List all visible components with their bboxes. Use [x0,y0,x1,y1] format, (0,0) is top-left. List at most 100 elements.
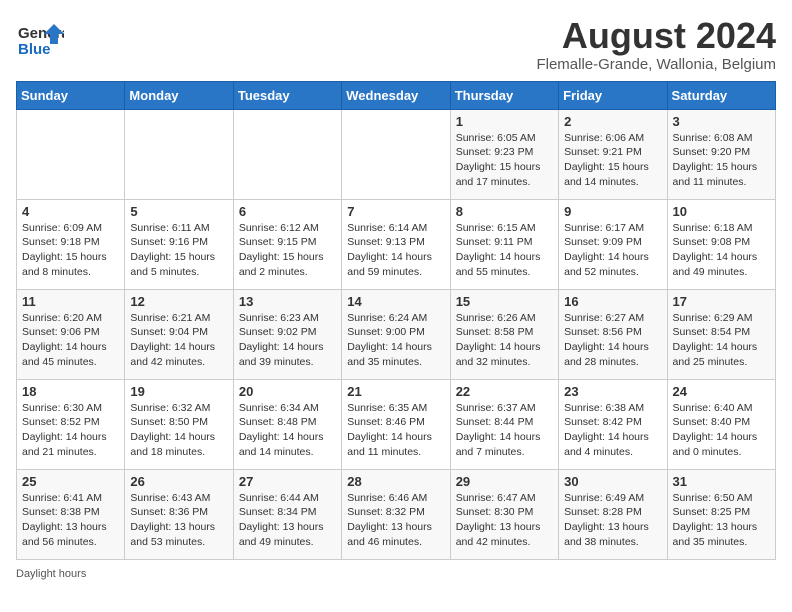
logo: General Blue [16,16,64,69]
day-number: 4 [22,204,119,219]
calendar-cell: 4 Sunrise: 6:09 AMSunset: 9:18 PMDaylight… [17,199,125,289]
day-number: 15 [456,294,553,309]
day-number: 7 [347,204,444,219]
day-number: 9 [564,204,661,219]
day-number: 11 [22,294,119,309]
calendar-cell: 31 Sunrise: 6:50 AMSunset: 8:25 PMDayligh… [667,469,775,559]
calendar-cell: 27 Sunrise: 6:44 AMSunset: 8:34 PMDayligh… [233,469,341,559]
calendar-cell: 13Sunrise: 6:23 AMSunset: 9:02 PMDayligh… [233,289,341,379]
calendar-cell: 3 Sunrise: 6:08 AMSunset: 9:20 PMDaylight… [667,109,775,199]
day-number: 6 [239,204,336,219]
calendar-header: SundayMondayTuesdayWednesdayThursdayFrid… [17,81,776,109]
day-detail: Sunrise: 6:08 AMSunset: 9:20 PMDaylight:… [673,131,770,190]
day-detail: Sunrise: 6:23 AMSunset: 9:02 PMDaylight:… [239,311,336,370]
calendar-cell: 24 Sunrise: 6:40 AMSunset: 8:40 PMDayligh… [667,379,775,469]
day-number: 26 [130,474,227,489]
calendar-cell [233,109,341,199]
weekday-header-sunday: Sunday [17,81,125,109]
weekday-header-friday: Friday [559,81,667,109]
day-number: 20 [239,384,336,399]
day-number: 25 [22,474,119,489]
day-number: 21 [347,384,444,399]
day-detail: Sunrise: 6:50 AMSunset: 8:25 PMDaylight:… [673,491,770,550]
day-detail: Sunrise: 6:27 AMSunset: 8:56 PMDaylight:… [564,311,661,370]
day-number: 17 [673,294,770,309]
calendar-cell: 29 Sunrise: 6:47 AMSunset: 8:30 PMDayligh… [450,469,558,559]
weekday-header-wednesday: Wednesday [342,81,450,109]
calendar-cell: 15 Sunrise: 6:26 AMSunset: 8:58 PMDayligh… [450,289,558,379]
calendar-cell: 9 Sunrise: 6:17 AMSunset: 9:09 PMDaylight… [559,199,667,289]
calendar-cell: 2Sunrise: 6:06 AMSunset: 9:21 PMDaylight… [559,109,667,199]
day-detail: Sunrise: 6:20 AMSunset: 9:06 PMDaylight:… [22,311,119,370]
day-number: 27 [239,474,336,489]
day-number: 30 [564,474,661,489]
calendar-cell: 21 Sunrise: 6:35 AMSunset: 8:46 PMDayligh… [342,379,450,469]
day-detail: Sunrise: 6:32 AMSunset: 8:50 PMDaylight:… [130,401,227,460]
day-number: 28 [347,474,444,489]
day-number: 14 [347,294,444,309]
calendar-cell: 30Sunrise: 6:49 AMSunset: 8:28 PMDayligh… [559,469,667,559]
day-detail: Sunrise: 6:12 AMSunset: 9:15 PMDaylight:… [239,221,336,280]
day-detail: Sunrise: 6:40 AMSunset: 8:40 PMDaylight:… [673,401,770,460]
calendar-cell: 1Sunrise: 6:05 AMSunset: 9:23 PMDaylight… [450,109,558,199]
day-number: 1 [456,114,553,129]
day-number: 5 [130,204,227,219]
calendar-subtitle: Flemalle-Grande, Wallonia, Belgium [536,56,776,73]
calendar-cell: 23Sunrise: 6:38 AMSunset: 8:42 PMDayligh… [559,379,667,469]
day-number: 24 [673,384,770,399]
day-number: 10 [673,204,770,219]
logo-graphic: General Blue [16,16,64,69]
calendar-cell: 26 Sunrise: 6:43 AMSunset: 8:36 PMDayligh… [125,469,233,559]
day-detail: Sunrise: 6:44 AMSunset: 8:34 PMDaylight:… [239,491,336,550]
day-detail: Sunrise: 6:14 AMSunset: 9:13 PMDaylight:… [347,221,444,280]
day-detail: Sunrise: 6:11 AMSunset: 9:16 PMDaylight:… [130,221,227,280]
weekday-header-saturday: Saturday [667,81,775,109]
day-number: 16 [564,294,661,309]
calendar-cell: 20 Sunrise: 6:34 AMSunset: 8:48 PMDayligh… [233,379,341,469]
day-detail: Sunrise: 6:17 AMSunset: 9:09 PMDaylight:… [564,221,661,280]
day-detail: Sunrise: 6:26 AMSunset: 8:58 PMDaylight:… [456,311,553,370]
weekday-header-monday: Monday [125,81,233,109]
day-number: 22 [456,384,553,399]
day-number: 3 [673,114,770,129]
day-number: 12 [130,294,227,309]
calendar-title: August 2024 [536,16,776,56]
calendar-cell [342,109,450,199]
calendar-cell: 5 Sunrise: 6:11 AMSunset: 9:16 PMDaylight… [125,199,233,289]
day-number: 8 [456,204,553,219]
calendar-cell: 16 Sunrise: 6:27 AMSunset: 8:56 PMDayligh… [559,289,667,379]
weekday-header-tuesday: Tuesday [233,81,341,109]
day-detail: Sunrise: 6:34 AMSunset: 8:48 PMDaylight:… [239,401,336,460]
footer-note: Daylight hours [16,568,776,580]
day-number: 2 [564,114,661,129]
day-detail: Sunrise: 6:41 AMSunset: 8:38 PMDaylight:… [22,491,119,550]
day-detail: Sunrise: 6:18 AMSunset: 9:08 PMDaylight:… [673,221,770,280]
day-number: 19 [130,384,227,399]
calendar-cell: 19 Sunrise: 6:32 AMSunset: 8:50 PMDayligh… [125,379,233,469]
day-detail: Sunrise: 6:37 AMSunset: 8:44 PMDaylight:… [456,401,553,460]
calendar-cell: 22 Sunrise: 6:37 AMSunset: 8:44 PMDayligh… [450,379,558,469]
day-detail: Sunrise: 6:30 AMSunset: 8:52 PMDaylight:… [22,401,119,460]
svg-text:Blue: Blue [18,41,51,58]
day-detail: Sunrise: 6:35 AMSunset: 8:46 PMDaylight:… [347,401,444,460]
day-detail: Sunrise: 6:47 AMSunset: 8:30 PMDaylight:… [456,491,553,550]
day-detail: Sunrise: 6:21 AMSunset: 9:04 PMDaylight:… [130,311,227,370]
day-number: 31 [673,474,770,489]
calendar-cell: 8 Sunrise: 6:15 AMSunset: 9:11 PMDaylight… [450,199,558,289]
day-detail: Sunrise: 6:09 AMSunset: 9:18 PMDaylight:… [22,221,119,280]
day-detail: Sunrise: 6:24 AMSunset: 9:00 PMDaylight:… [347,311,444,370]
calendar-table: SundayMondayTuesdayWednesdayThursdayFrid… [16,81,776,560]
calendar-cell: 10 Sunrise: 6:18 AMSunset: 9:08 PMDayligh… [667,199,775,289]
calendar-cell [125,109,233,199]
calendar-cell [17,109,125,199]
day-detail: Sunrise: 6:43 AMSunset: 8:36 PMDaylight:… [130,491,227,550]
calendar-cell: 25 Sunrise: 6:41 AMSunset: 8:38 PMDayligh… [17,469,125,559]
day-detail: Sunrise: 6:15 AMSunset: 9:11 PMDaylight:… [456,221,553,280]
title-block: August 2024 Flemalle-Grande, Wallonia, B… [536,16,776,73]
day-number: 29 [456,474,553,489]
calendar-cell: 7 Sunrise: 6:14 AMSunset: 9:13 PMDaylight… [342,199,450,289]
day-number: 18 [22,384,119,399]
day-detail: Sunrise: 6:29 AMSunset: 8:54 PMDaylight:… [673,311,770,370]
calendar-cell: 18 Sunrise: 6:30 AMSunset: 8:52 PMDayligh… [17,379,125,469]
calendar-cell: 11 Sunrise: 6:20 AMSunset: 9:06 PMDayligh… [17,289,125,379]
